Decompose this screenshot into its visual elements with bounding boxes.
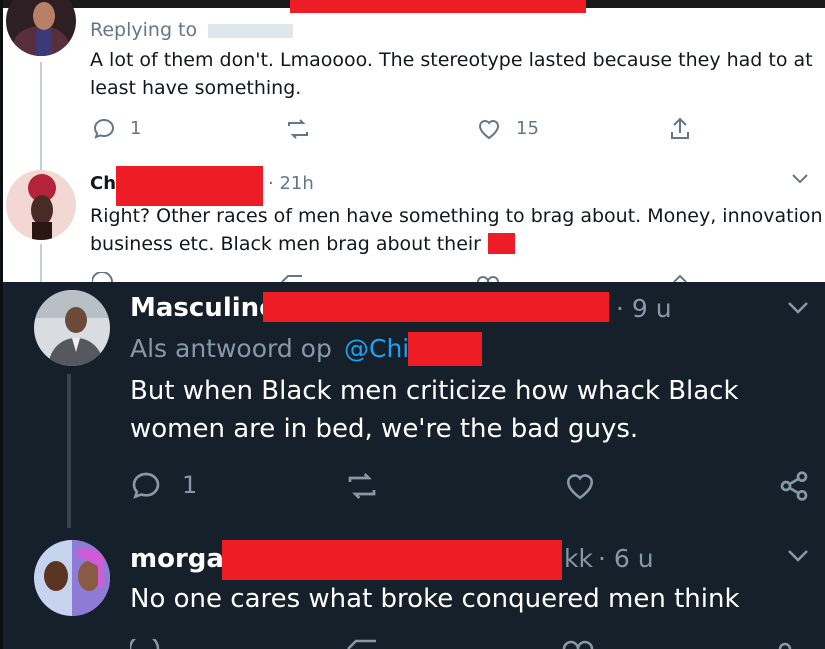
tweet4-more-chevron[interactable]: [786, 548, 810, 564]
tweet3-replying-handle[interactable]: @Chi: [344, 334, 409, 363]
like-count-tweet1: 15: [516, 118, 539, 139]
replying-to-label: Replying to: [90, 19, 198, 41]
retweet-icon: [348, 473, 376, 499]
redacted-handle-tweet3: [263, 292, 609, 322]
left-edge-strip: [0, 0, 3, 649]
share-icon: [671, 117, 689, 139]
heart-icon: [566, 474, 594, 500]
redacted-word-tweet2: [488, 233, 515, 254]
tweet2-text-line1: Right? Other races of men have something…: [90, 205, 823, 227]
reply-count-tweet1: 1: [130, 118, 142, 139]
thread-line-tweet3: [67, 374, 71, 528]
light-tweet-section: Replying to A lot of them don't. Lmaoooo…: [0, 0, 825, 282]
tweet3-replying-label: Als antwoord op: [130, 334, 332, 363]
tweet1-text-line1: A lot of them don't. Lmaoooo. The stereo…: [90, 49, 813, 71]
redacted-name-tweet2: [116, 166, 263, 206]
avatar-tweet1[interactable]: [6, 0, 76, 56]
share-icon: [780, 471, 808, 501]
avatar-tweet2[interactable]: [6, 170, 76, 240]
share-button-tweet3[interactable]: [778, 470, 810, 502]
tweet3-time[interactable]: · 9 u: [616, 294, 672, 323]
tweet1-text-line2: least have something.: [90, 77, 302, 99]
avatar-tweet4[interactable]: [34, 540, 110, 616]
avatar-tweet3[interactable]: [34, 290, 110, 366]
chevron-down-icon: [788, 302, 808, 314]
tweet4-actions-cropped: [130, 639, 810, 649]
reply-icon: [93, 118, 115, 139]
redacted-name-tweet1: [290, 0, 586, 13]
like-button-tweet3[interactable]: [563, 470, 597, 502]
redacted-handle-tweet4: [222, 540, 562, 580]
retweet-icon: [288, 119, 308, 139]
tweet3-text-line2: women are in bed, we're the bad guys.: [130, 414, 639, 444]
dark-tweet-section: Masculine · 9 u Als antwoord op @Chi But…: [0, 282, 825, 649]
heart-icon: [478, 120, 500, 140]
tweet3-text-line1: But when Black men criticize how whack B…: [130, 376, 739, 406]
tweet4-text: No one cares what broke conquered men th…: [130, 584, 740, 614]
reply-count-tweet3: 1: [182, 471, 198, 499]
tweet2-actions-cropped: [92, 272, 692, 282]
retweet-button-tweet1[interactable]: [285, 117, 311, 141]
reply-icon: [132, 472, 160, 499]
redacted-handle-tweet1: [208, 24, 293, 38]
tweet2-time[interactable]: · 21h: [268, 173, 314, 194]
tweet3-more-chevron[interactable]: [786, 300, 810, 316]
thread-line-tweet1: [40, 62, 42, 170]
redacted-handle-reply-tweet3: [408, 332, 482, 366]
tweet2-more-chevron[interactable]: [790, 172, 810, 186]
thread-line-tweet2: [40, 244, 42, 282]
chevron-down-icon: [788, 550, 808, 562]
tweet4-time[interactable]: · 6 u: [598, 544, 654, 573]
chevron-down-icon: [792, 174, 808, 184]
tweet2-text-line2: business etc. Black men brag about their…: [90, 233, 500, 255]
tweet4-handle-suffix: kk: [564, 544, 593, 573]
share-button-tweet1[interactable]: [668, 116, 692, 142]
tweet3-author-name[interactable]: Masculine: [130, 293, 277, 323]
retweet-button-tweet3[interactable]: [344, 470, 380, 502]
